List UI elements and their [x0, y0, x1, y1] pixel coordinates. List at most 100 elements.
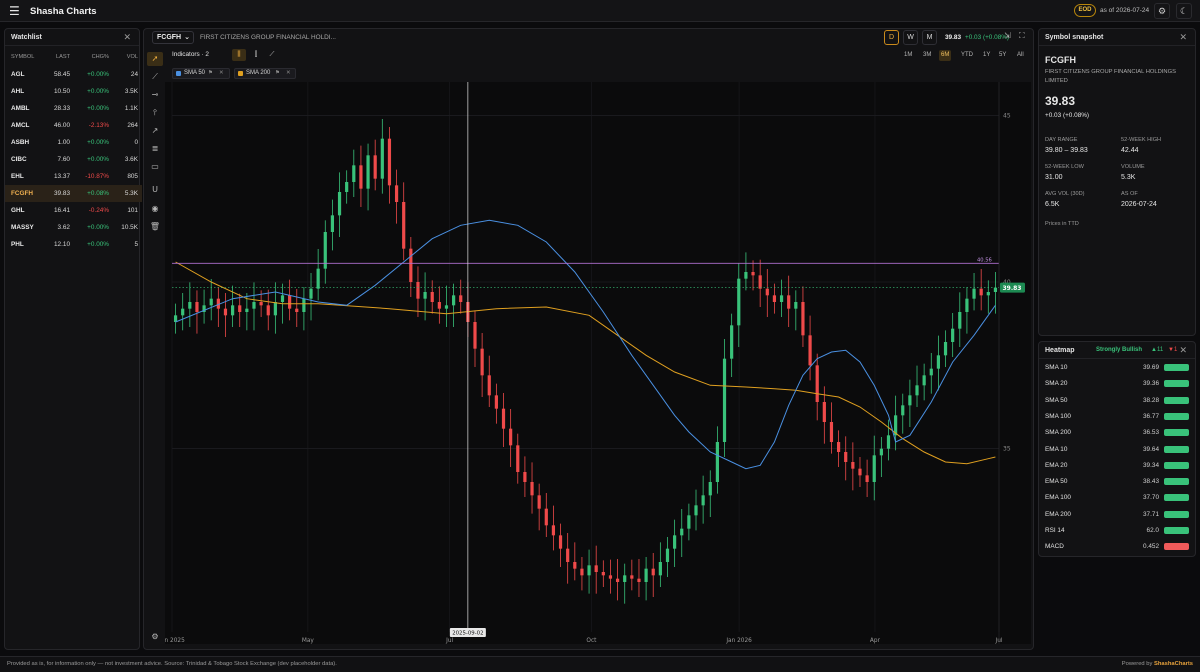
watchlist-row[interactable]: FCGFH 39.83 +0.08% 5.3K	[5, 185, 142, 202]
low52-label: 52-WEEK LOW	[1045, 164, 1084, 170]
candle-body	[480, 348, 484, 376]
candle-body	[402, 202, 406, 249]
range-5y[interactable]: 5Y	[999, 52, 1006, 58]
watchlist-row[interactable]: AMBL 28.33 +0.00% 1.1K	[5, 100, 142, 117]
candle-body	[929, 368, 933, 376]
ray-arrow-icon[interactable]: ↗	[147, 124, 163, 138]
candle-body	[302, 298, 306, 312]
candle-body	[266, 305, 270, 316]
sma200-color-swatch	[238, 71, 243, 76]
heatmap-row: MACD 0.452	[1040, 539, 1195, 555]
candle-body	[530, 482, 534, 496]
row-vol: 0	[134, 139, 138, 146]
candle-body	[886, 435, 891, 449]
y-tick-label: 45	[1003, 112, 1011, 119]
heatmap-header: Heatmap Strongly Bullish ▲11 ▼1 ✕	[1039, 342, 1195, 359]
col-chg[interactable]: CHG%	[92, 54, 109, 60]
indicator-value: 38.28	[1143, 396, 1159, 404]
interval-d-button[interactable]: D	[884, 30, 899, 45]
rectangle-icon[interactable]: ▭	[147, 160, 163, 174]
signal-bar	[1164, 510, 1189, 518]
as-of-date: as of 2026-07-24	[1100, 7, 1150, 14]
y-tick-label: 35	[1003, 446, 1011, 453]
x-tick-label: Apr	[870, 638, 881, 644]
watchlist-row[interactable]: AGL 58.45 +0.00% 24	[5, 66, 142, 83]
candle-body	[801, 302, 805, 336]
menu-icon[interactable]: ☰	[9, 5, 20, 17]
range-ytd[interactable]: YTD	[961, 52, 973, 58]
range-1y[interactable]: 1Y	[983, 52, 990, 58]
signal-bar	[1164, 461, 1189, 469]
range-1m[interactable]: 1M	[904, 52, 912, 58]
col-symbol[interactable]: SYMBOL	[11, 54, 34, 60]
candle-body	[858, 468, 862, 476]
col-vol[interactable]: VOL	[127, 54, 138, 60]
range-all[interactable]: All	[1017, 52, 1024, 58]
heatmap-close-icon[interactable]: ✕	[1179, 345, 1187, 356]
fib-levels-icon[interactable]: ≣	[147, 142, 163, 156]
trash-icon[interactable]: 🗑	[147, 220, 163, 234]
interval-m-button[interactable]: M	[922, 30, 937, 45]
chip-sma-50[interactable]: SMA 50 ⚑ ✕	[172, 68, 230, 79]
interval-w-button[interactable]: W	[903, 30, 918, 45]
candle-body	[494, 395, 498, 409]
watchlist-header: Watchlist ✕	[5, 29, 139, 46]
candle-body	[608, 575, 613, 579]
chip-sma-200[interactable]: SMA 200 ⚑ ✕	[234, 68, 296, 79]
watchlist-row[interactable]: AHL 10.50 +0.00% 3.5K	[5, 83, 142, 100]
indicator-value: 39.34	[1143, 461, 1159, 469]
cursor-arrow-icon[interactable]: ➚	[147, 52, 163, 66]
theme-toggle-moon-icon[interactable]: ☾	[1176, 3, 1192, 19]
chip-remove-icon[interactable]: ✕	[219, 69, 224, 78]
candle-body	[359, 165, 363, 189]
watchlist-row[interactable]: PHL 12.10 +0.00% 5	[5, 236, 142, 253]
candles-chart-type-icon[interactable]: ⫼	[232, 49, 246, 61]
candle-body	[872, 455, 876, 482]
vertical-line-icon[interactable]: ⫯	[147, 106, 163, 120]
chip-settings-icon[interactable]: ⚑	[275, 69, 280, 78]
magnet-icon[interactable]: Ս	[147, 183, 163, 197]
indicator-value: 37.71	[1143, 510, 1159, 518]
eye-visibility-icon[interactable]: ◉	[147, 202, 163, 216]
row-vol: 264	[127, 122, 138, 129]
row-symbol: AHL	[11, 88, 25, 95]
watchlist-row[interactable]: GHL 16.41 -0.24% 101	[5, 202, 142, 219]
col-last[interactable]: LAST	[56, 54, 70, 60]
settings-gear-icon[interactable]: ⚙	[1154, 3, 1170, 19]
watchlist-row[interactable]: AMCL 46.00 -2.13% 264	[5, 117, 142, 134]
price-chart[interactable]: 454035Jan 2025MayJulOctJan 2026AprJul40.…	[165, 82, 1031, 644]
horizontal-line-icon[interactable]: ⊸	[147, 88, 163, 102]
watchlist-row[interactable]: EHL 13.37 -10.87% 805	[5, 168, 142, 185]
bars-chart-type-icon[interactable]: ⫿	[249, 49, 263, 61]
indicators-button[interactable]: Indicators · 2	[172, 51, 209, 58]
watchlist-row[interactable]: ASBH 1.00 +0.00% 0	[5, 134, 142, 151]
candle-body	[958, 312, 962, 329]
watchlist-close-icon[interactable]: ✕	[123, 32, 131, 43]
compare-icon[interactable]: ⇲	[1004, 31, 1011, 40]
chip-settings-icon[interactable]: ⚑	[208, 69, 213, 78]
indicator-value: 38.43	[1143, 478, 1159, 486]
footer-powered-by: Powered by ShashaCharts	[1122, 661, 1193, 667]
ticker-selector[interactable]: FCGFH ⌄	[152, 31, 194, 44]
candle-body	[722, 358, 727, 442]
indicator-name: MACD	[1045, 543, 1064, 551]
fullscreen-icon[interactable]: ⛶	[1019, 31, 1025, 41]
indicator-name: EMA 50	[1045, 478, 1068, 486]
watchlist-row[interactable]: MASSY 3.62 +0.00% 10.5K	[5, 219, 142, 236]
range-6m[interactable]: 6M	[939, 50, 952, 61]
snapshot-change: +0.03 (+0.08%)	[1045, 112, 1090, 119]
row-last: 46.00	[54, 122, 70, 129]
heatmap-row: EMA 50 38.43	[1040, 474, 1195, 490]
row-chg: -2.13%	[88, 122, 109, 129]
snapshot-close-icon[interactable]: ✕	[1179, 32, 1187, 43]
chart-settings-gear-icon[interactable]: ⚙	[147, 630, 163, 644]
line-chart-type-icon[interactable]: ⟋	[265, 49, 279, 61]
range-3m[interactable]: 3M	[923, 52, 931, 58]
candle-body	[658, 562, 662, 576]
trendline-icon[interactable]: ⟋	[147, 70, 163, 84]
candle-body	[829, 422, 834, 442]
row-symbol: FCGFH	[11, 190, 34, 197]
heatmap-row: SMA 50 38.28	[1040, 393, 1195, 409]
chip-remove-icon[interactable]: ✕	[286, 69, 291, 78]
watchlist-row[interactable]: CIBC 7.60 +0.00% 3.6K	[5, 151, 142, 168]
